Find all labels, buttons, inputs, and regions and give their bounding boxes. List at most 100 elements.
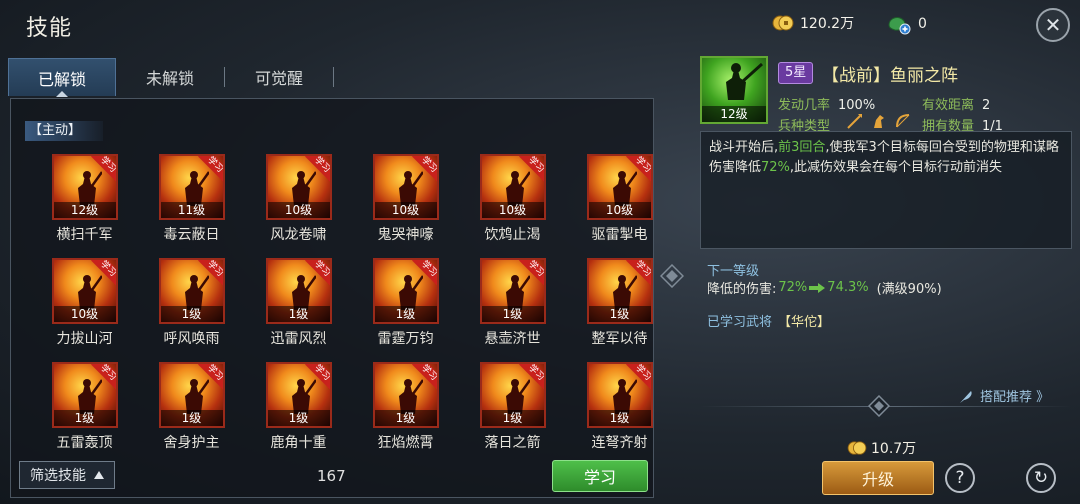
learn-button[interactable]: 学习 [552, 460, 648, 492]
arrow-right-icon [809, 282, 826, 293]
skill-level: 1级 [267, 410, 330, 426]
jade-add-icon[interactable] [886, 13, 912, 35]
skill-name: 驱雷掣电 [591, 227, 648, 243]
skill-cell[interactable]: 学习 11级 毒云蔽日 [138, 154, 245, 244]
skill-name: 饮鸩止渴 [484, 227, 541, 243]
skill-cell[interactable]: 学习 1级鹿角十重 [245, 362, 352, 452]
skill-cell[interactable]: 学习 1级 雷霆万钧 [352, 258, 459, 348]
skill-name: 鹿角十重 [270, 435, 327, 451]
skill-icon[interactable]: 学习 1级 [372, 362, 439, 428]
skill-icon[interactable]: 学习 12级 [51, 154, 118, 220]
tab-locked[interactable]: 未解锁 [116, 58, 224, 96]
learned-label: 已学习武将 [707, 315, 773, 330]
skill-level: 10级 [481, 202, 544, 218]
skill-cell[interactable]: 学习 10级驱雷掣电 [566, 154, 673, 244]
upgrade-button[interactable]: 升级 [822, 461, 934, 495]
gold-currency: 120.2万 [772, 13, 854, 33]
skill-grid: 学习 12级 横扫千军 学习 11级 毒云蔽日 学习 10级 风龙卷啸 学习 10级 鬼哭神嚎 学习 10… [31, 154, 673, 452]
skill-level: 1级 [374, 410, 437, 426]
skill-level: 1级 [588, 410, 651, 426]
skill-icon[interactable]: 学习 10级 [265, 154, 332, 220]
section-active-label: 【主动】 [25, 121, 104, 141]
skill-cell[interactable]: 学习 12级横扫千军 [31, 154, 138, 244]
skill-name: 横扫千军 [56, 227, 113, 243]
skill-icon[interactable]: 学习 1级 [586, 258, 653, 324]
skill-level: 10级 [588, 202, 651, 218]
filter-label: 筛选技能 [30, 468, 86, 484]
learned-general-name[interactable]: 【华佗】 [778, 315, 830, 330]
skill-name: 五雷轰顶 [56, 435, 113, 451]
close-button[interactable]: ✕ [1036, 8, 1070, 42]
skill-icon[interactable]: 学习 10级 [479, 154, 546, 220]
skill-level: 10级 [53, 306, 116, 322]
skill-icon[interactable]: 学习 1级 [586, 362, 653, 428]
skill-icon[interactable]: 学习 1级 [265, 362, 332, 428]
skill-cell[interactable]: 学习 10级 鬼哭神嚎 [352, 154, 459, 244]
damage-reduction-line: 降低的伤害: 72% 74.3% (满级90%) [707, 278, 942, 297]
close-icon: ✕ [1044, 13, 1062, 37]
skill-cell[interactable]: 学习 10级 力拔山河 [31, 258, 138, 348]
recommend-label: 搭配推荐 》 [980, 390, 1050, 405]
refresh-button[interactable]: ↻ [1026, 463, 1056, 493]
skill-cell[interactable]: 学习 1级 迅雷风烈 [245, 258, 352, 348]
feather-icon [960, 390, 972, 403]
selected-skill-title: 【战前】鱼丽之阵 [822, 66, 958, 86]
skill-icon[interactable]: 学习 1级 [51, 362, 118, 428]
triangle-up-icon [94, 471, 104, 479]
skill-icon[interactable]: 学习 1级 [265, 258, 332, 324]
skill-cell[interactable]: 学习 1级 连弩齐射 [566, 362, 673, 452]
filter-skills-button[interactable]: 筛选技能 [19, 461, 115, 489]
damage-current: 72% [778, 280, 808, 295]
refresh-icon: ↻ [1033, 467, 1049, 488]
skill-cell[interactable]: 学习 1级 狂焰燃霄 [352, 362, 459, 452]
skill-cell[interactable]: 学习 1级 舍身护主 [138, 362, 245, 452]
skill-name: 落日之箭 [484, 435, 541, 451]
tab-unlocked[interactable]: 已解锁 [8, 58, 116, 97]
skill-icon[interactable]: 学习 10级 [51, 258, 118, 324]
troop-type-icons [846, 112, 912, 130]
question-icon: ? [955, 467, 965, 488]
page-title: 技能 [26, 16, 73, 41]
skill-icon[interactable]: 学习 1级 [158, 362, 225, 428]
skill-level: 1级 [481, 410, 544, 426]
damage-label: 降低的伤害: [707, 282, 777, 297]
skill-cell[interactable]: 学习 1级呼风唤雨 [138, 258, 245, 348]
skill-count: 167 [317, 467, 346, 485]
skill-icon[interactable]: 学习 11级 [158, 154, 225, 220]
skill-name: 整军以待 [591, 331, 648, 347]
skill-cell[interactable]: 学习 1级 悬壶济世 [459, 258, 566, 348]
skill-level: 1级 [588, 306, 651, 322]
skill-cell[interactable]: 学习 10级 风龙卷啸 [245, 154, 352, 244]
skill-icon[interactable]: 学习 10级 [586, 154, 653, 220]
skill-icon[interactable]: 学习 1级 [479, 258, 546, 324]
skill-tabs: 已解锁 未解锁 可觉醒 [8, 58, 334, 97]
skill-cell[interactable]: 学习 1级落日之箭 [459, 362, 566, 452]
skill-icon[interactable]: 学习 1级 [158, 258, 225, 324]
diamond-ornament-icon [660, 264, 684, 288]
upgrade-cost-value: 10.7万 [871, 441, 917, 457]
skill-icon[interactable]: 学习 10级 [372, 154, 439, 220]
jade-currency: 0 [886, 13, 927, 35]
skill-level: 1级 [160, 306, 223, 322]
tab-awakenable[interactable]: 可觉醒 [225, 58, 333, 96]
coin-icon [772, 15, 794, 31]
skill-cell[interactable]: 学习 1级五雷轰顶 [31, 362, 138, 452]
skill-level: 1级 [53, 410, 116, 426]
tab-separator [333, 67, 334, 87]
help-button[interactable]: ? [945, 463, 975, 493]
skill-level: 11级 [160, 202, 223, 218]
star-rating-badge: 5星 [778, 62, 814, 84]
skill-cell[interactable]: 学习 1级整军以待 [566, 258, 673, 348]
cavalry-icon [874, 115, 884, 128]
skill-icon[interactable]: 学习 1级 [479, 362, 546, 428]
range-label: 有效距离 [922, 98, 975, 113]
warrior-figure-icon [726, 62, 764, 100]
skill-icon[interactable]: 学习 1级 [372, 258, 439, 324]
recommend-link[interactable]: 搭配推荐 》 [958, 386, 1049, 405]
skill-level: 1级 [267, 306, 330, 322]
desc-highlight-rounds: 前3回合 [778, 140, 826, 155]
effective-range: 有效距离 2 [922, 94, 990, 113]
skill-cell[interactable]: 学习 10级饮鸩止渴 [459, 154, 566, 244]
skill-name: 呼风唤雨 [163, 331, 220, 347]
gold-amount: 120.2万 [800, 16, 855, 32]
